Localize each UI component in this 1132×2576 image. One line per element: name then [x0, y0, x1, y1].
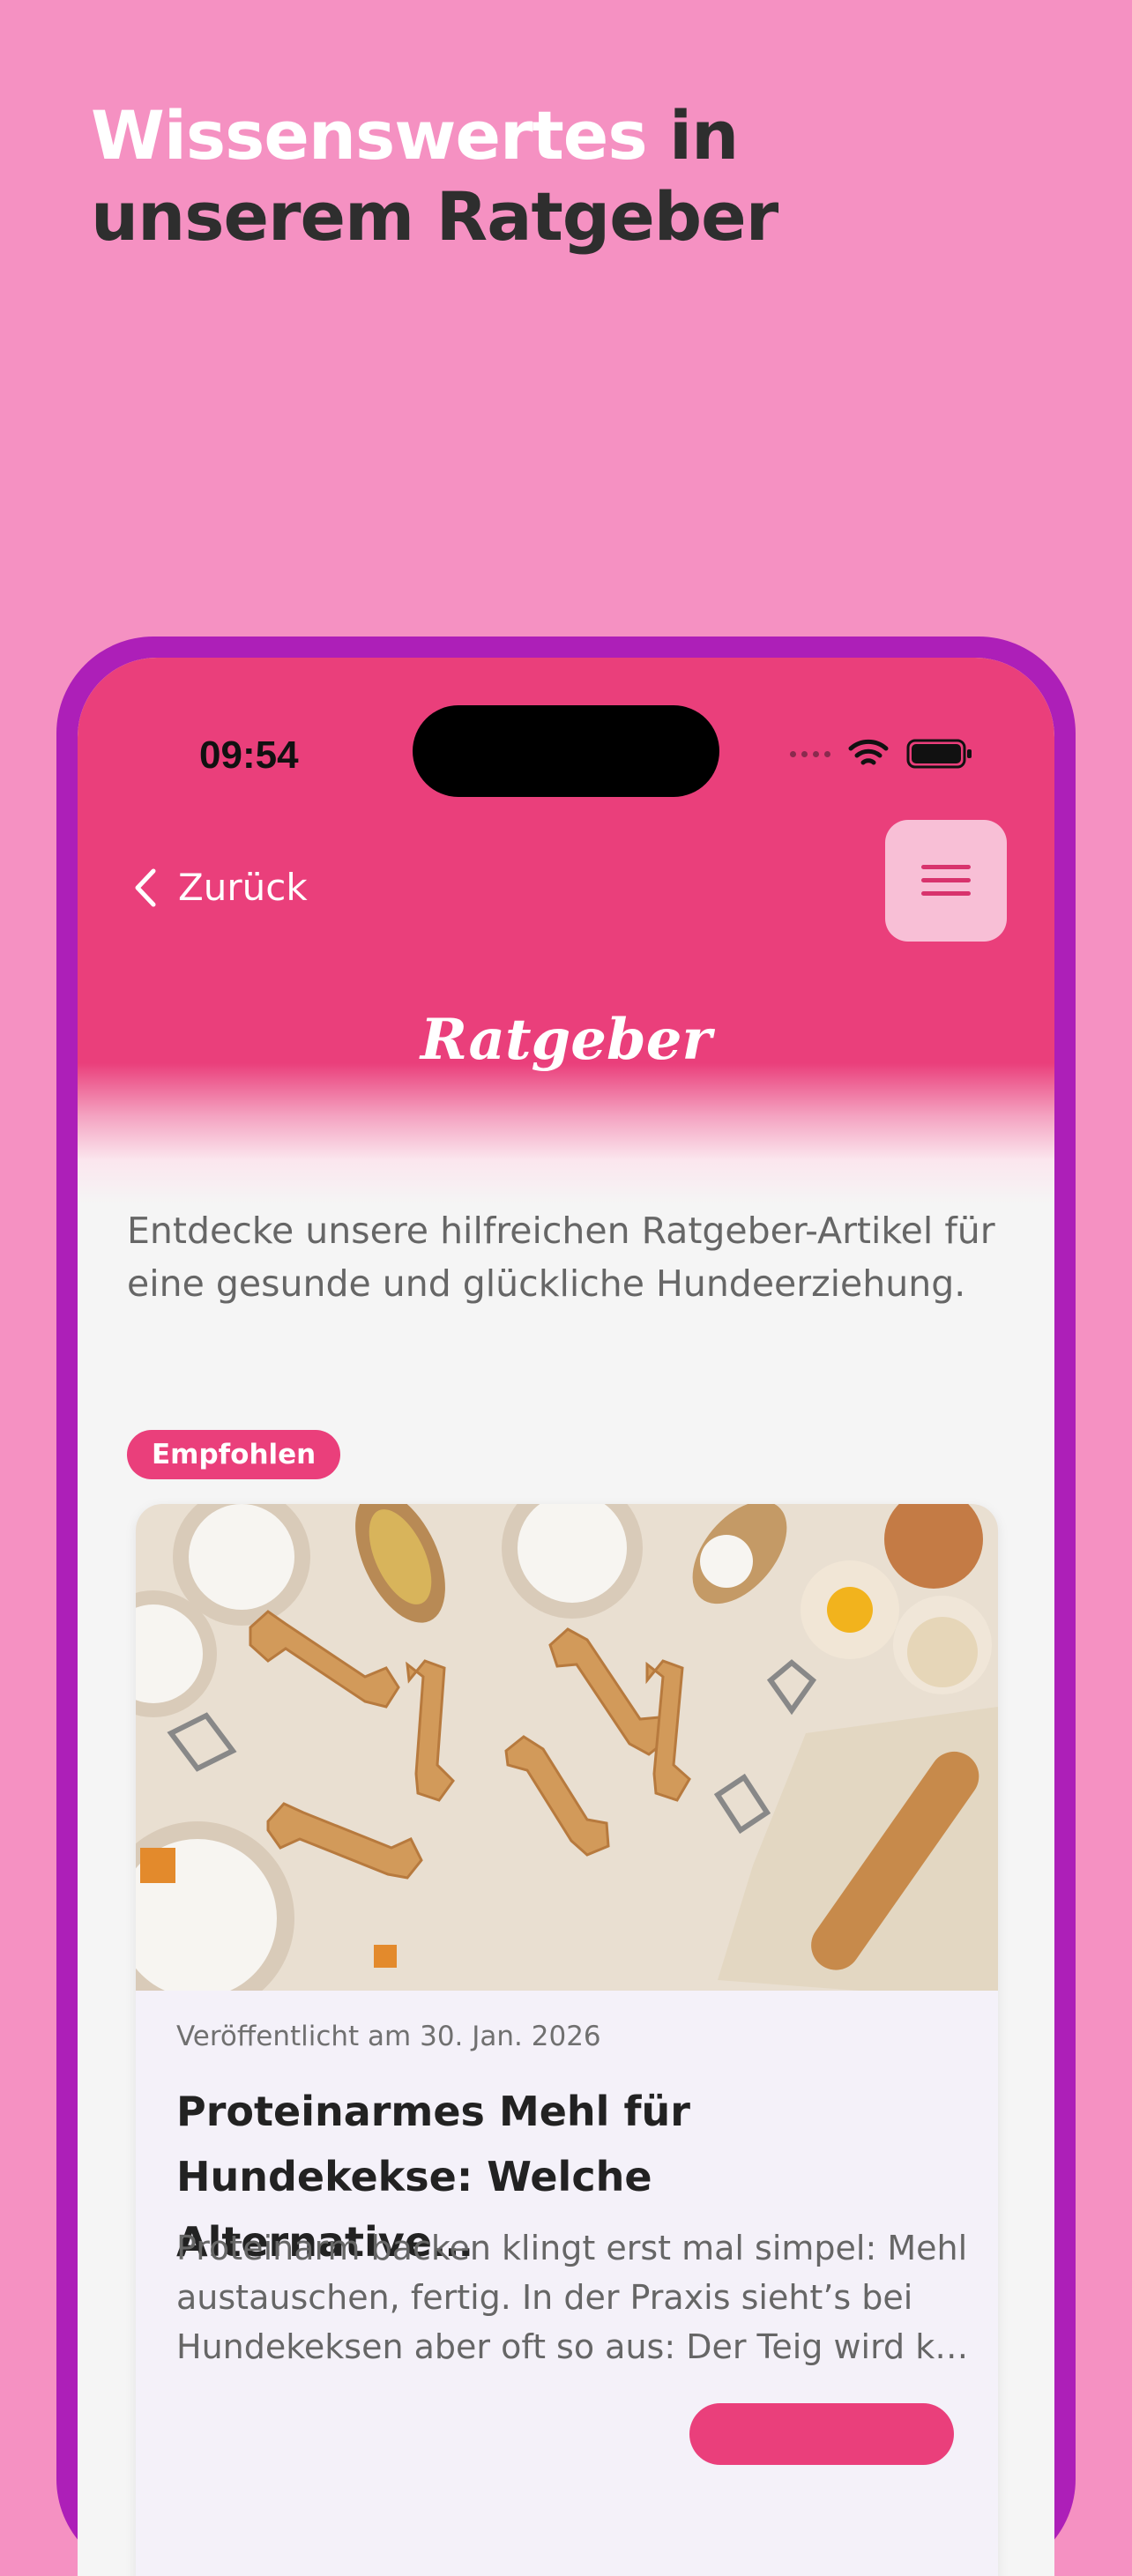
dynamic-island [413, 705, 719, 797]
battery-icon [906, 739, 972, 769]
wifi-icon [848, 739, 889, 765]
app-screen: 09:54 Zurück Ratgeber Entdecke unsere hi… [78, 658, 1054, 2576]
article-card[interactable]: Veröffentlicht am 30. Jan. 2026 Proteina… [136, 1504, 998, 2576]
signal-dots-icon [790, 750, 830, 757]
headline-highlight: Wissenswertes [91, 96, 648, 175]
article-image [136, 1504, 998, 1991]
hamburger-menu-icon [921, 865, 971, 896]
promo-headline: Wissenswertes in unserem Ratgeber [91, 95, 778, 257]
featured-badge: Empfohlen [127, 1430, 341, 1479]
read-more-button[interactable] [689, 2403, 954, 2465]
page-title: Ratgeber [420, 1007, 712, 1073]
status-icons [790, 739, 973, 769]
back-label: Zurück [178, 866, 308, 909]
headline-line2: unserem Ratgeber [91, 177, 778, 256]
phone-frame: 09:54 Zurück Ratgeber Entdecke unsere hi… [56, 637, 1076, 2576]
chevron-left-icon [135, 868, 156, 906]
article-date: Veröffentlicht am 30. Jan. 2026 [176, 2021, 601, 2052]
back-button[interactable]: Zurück [132, 866, 308, 909]
status-time: 09:54 [199, 733, 299, 777]
intro-text: Entdecke unsere hilfreichen Ratgeber-Art… [127, 1210, 995, 1305]
headline-rest: in [646, 96, 739, 175]
article-excerpt: Proteinarm backen klingt erst mal simpel… [176, 2229, 969, 2366]
menu-button[interactable] [885, 820, 1007, 942]
